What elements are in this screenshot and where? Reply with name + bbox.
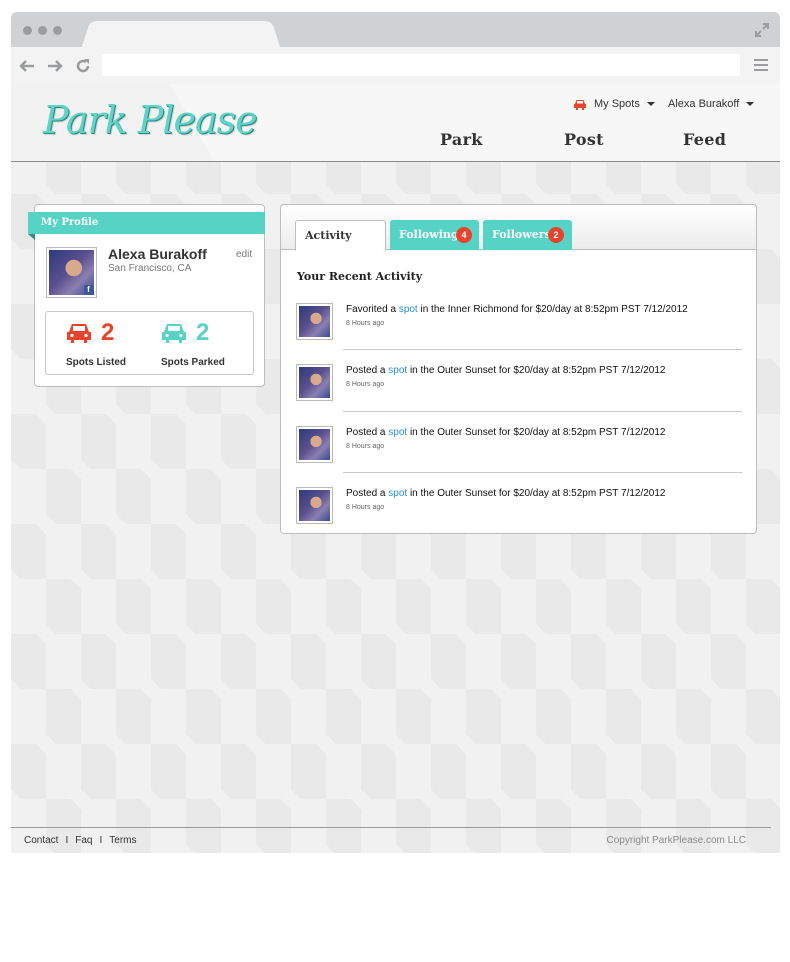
activity-prefix: Favorited a xyxy=(346,304,397,315)
activity-time: 8 Hours ago xyxy=(346,381,385,388)
edit-profile-link[interactable]: edit xyxy=(236,249,252,260)
user-menu-label: Alexa Burakoff xyxy=(668,98,740,110)
activity-suffix: in the Inner Richmond for $20/day at 8:5… xyxy=(420,304,688,315)
nav-post[interactable]: Post xyxy=(564,130,604,149)
spot-link[interactable]: spot xyxy=(388,365,407,376)
activity-time: 8 Hours ago xyxy=(346,443,385,450)
activity-text: Posted a spot in the Outer Sunset for $2… xyxy=(346,365,666,376)
footer-links: Contact I Faq I Terms xyxy=(24,835,137,846)
activity-item: Favorited a spot in the Inner Richmond f… xyxy=(296,303,742,364)
tab-activity[interactable]: Activity xyxy=(295,220,386,251)
window-dot[interactable] xyxy=(38,26,47,35)
divider xyxy=(343,411,742,412)
spots-listed-count: 2 xyxy=(101,319,115,346)
activity-time: 8 Hours ago xyxy=(346,320,385,327)
window-dot[interactable] xyxy=(23,26,32,35)
tab-following-label: Following xyxy=(399,228,459,241)
avatar-image xyxy=(299,306,330,337)
divider xyxy=(343,349,742,350)
tab-followers-label: Followers xyxy=(492,228,551,241)
user-menu[interactable]: Alexa Burakoff xyxy=(668,96,755,112)
expand-icon[interactable] xyxy=(754,22,770,38)
tab-activity-label: Activity xyxy=(305,229,352,242)
avatar[interactable] xyxy=(296,303,333,340)
car-icon xyxy=(574,99,586,110)
activity-prefix: Posted a xyxy=(346,427,386,438)
tab-followers[interactable]: Followers 2 xyxy=(483,220,572,250)
ribbon-fold xyxy=(28,234,35,240)
site-header: Park Please My Spots Alexa Burakoff Park… xyxy=(11,84,780,162)
profile-section-title: My Profile xyxy=(28,212,265,234)
avatar[interactable] xyxy=(296,426,333,463)
profile-card: My Profile f Alexa Burakoff San Francisc… xyxy=(28,204,265,387)
browser-tab[interactable] xyxy=(93,21,269,47)
address-bar[interactable] xyxy=(102,54,740,76)
window-dot[interactable] xyxy=(53,26,62,35)
hamburger-menu-icon[interactable] xyxy=(754,59,768,71)
following-count-badge: 4 xyxy=(456,227,472,243)
nav-feed[interactable]: Feed xyxy=(683,130,726,149)
back-arrow-icon[interactable] xyxy=(17,56,37,76)
browser-toolbar xyxy=(11,47,780,84)
avatar[interactable]: f xyxy=(46,247,97,298)
activity-text: Posted a spot in the Outer Sunset for $2… xyxy=(346,427,666,438)
activity-item: Posted a spot in the Outer Sunset for $2… xyxy=(296,364,742,425)
footer-separator: I xyxy=(99,835,103,846)
avatar[interactable] xyxy=(296,364,333,401)
activity-item: Posted a spot in the Outer Sunset for $2… xyxy=(296,487,742,548)
followers-count-badge: 2 xyxy=(548,227,564,243)
activity-suffix: in the Outer Sunset for $20/day at 8:52p… xyxy=(409,365,666,376)
car-icon xyxy=(67,324,91,343)
recent-activity-title: Your Recent Activity xyxy=(297,270,423,283)
forward-arrow-icon[interactable] xyxy=(45,56,65,76)
spots-listed-label: Spots Listed xyxy=(66,357,127,368)
spot-link[interactable]: spot xyxy=(399,304,418,315)
profile-name: Alexa Burakoff xyxy=(108,246,207,262)
activity-suffix: in the Outer Sunset for $20/day at 8:52p… xyxy=(409,488,666,499)
tab-bar: Activity Following 4 Followers 2 xyxy=(281,205,756,251)
avatar-image xyxy=(299,429,330,460)
footer-link-faq[interactable]: Faq xyxy=(75,835,92,846)
footer-divider xyxy=(11,827,771,828)
activity-suffix: in the Outer Sunset for $20/day at 8:52p… xyxy=(409,427,666,438)
reload-icon[interactable] xyxy=(73,56,93,76)
divider xyxy=(343,472,742,473)
activity-prefix: Posted a xyxy=(346,488,386,499)
my-spots-menu[interactable]: My Spots xyxy=(573,96,655,112)
copyright: Copyright ParkPlease.com LLC xyxy=(606,835,746,846)
activity-text: Posted a spot in the Outer Sunset for $2… xyxy=(346,488,666,499)
browser-titlebar xyxy=(11,12,780,47)
activity-text: Favorited a spot in the Inner Richmond f… xyxy=(346,304,688,315)
stats-box: 2 Spots Listed 2 Spots Parked xyxy=(45,311,254,375)
activity-item: Posted a spot in the Outer Sunset for $2… xyxy=(296,426,742,487)
spot-link[interactable]: spot xyxy=(388,488,407,499)
tab-following[interactable]: Following 4 xyxy=(390,220,479,250)
footer-link-terms[interactable]: Terms xyxy=(109,835,136,846)
spot-link[interactable]: spot xyxy=(388,427,407,438)
facebook-icon: f xyxy=(84,285,93,294)
chevron-down-icon xyxy=(646,102,655,106)
activity-prefix: Posted a xyxy=(346,365,386,376)
activity-time: 8 Hours ago xyxy=(346,504,385,511)
page-content: Park Please My Spots Alexa Burakoff Park… xyxy=(11,84,780,853)
profile-location: San Francisco, CA xyxy=(108,263,192,274)
footer-link-contact[interactable]: Contact xyxy=(24,835,58,846)
car-icon xyxy=(162,324,186,343)
browser-window: Park Please My Spots Alexa Burakoff Park… xyxy=(11,12,780,853)
chevron-down-icon xyxy=(746,102,755,106)
nav-park[interactable]: Park xyxy=(440,130,483,149)
spots-parked-count: 2 xyxy=(196,319,210,346)
footer-separator: I xyxy=(65,835,69,846)
avatar[interactable] xyxy=(296,487,333,524)
site-logo[interactable]: Park Please xyxy=(43,98,258,142)
my-spots-label: My Spots xyxy=(594,98,640,110)
activity-panel: Activity Following 4 Followers 2 Your Re… xyxy=(280,204,757,534)
avatar-image xyxy=(299,367,330,398)
spots-parked-label: Spots Parked xyxy=(161,357,225,368)
avatar-image xyxy=(299,490,330,521)
